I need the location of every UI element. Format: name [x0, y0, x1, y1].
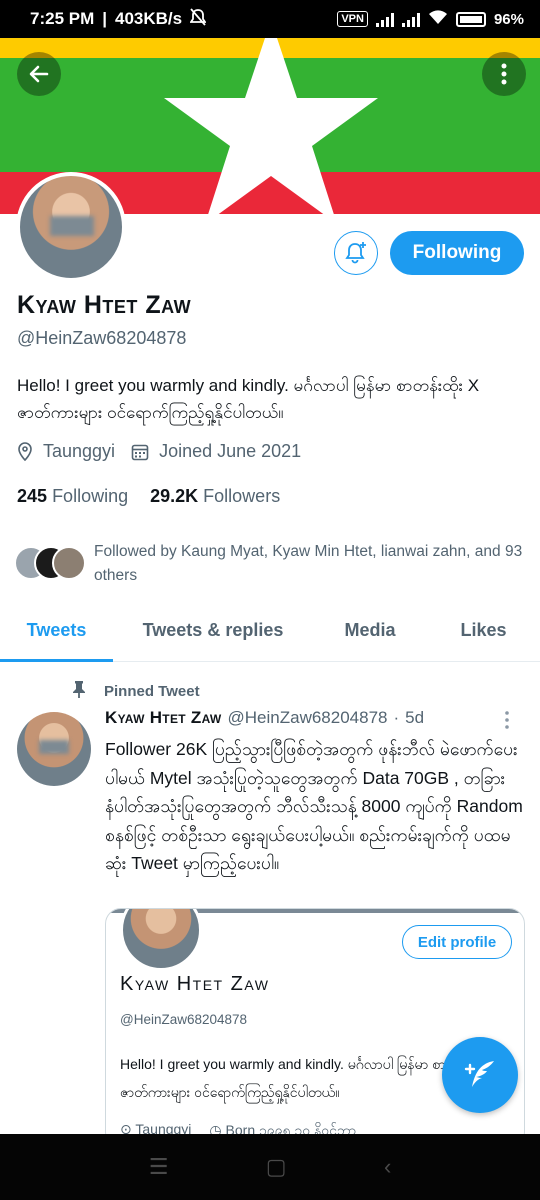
tab-likes[interactable]: Likes: [427, 600, 540, 661]
location-pin-icon: [17, 441, 33, 462]
avatar: [52, 546, 86, 580]
profile-name: Kyaw Htet Zaw: [17, 291, 192, 319]
following-button[interactable]: Following: [390, 231, 524, 275]
followed-by[interactable]: Followed by Kaung Myat, Kyaw Min Htet, l…: [14, 540, 534, 588]
system-navigation-bar: ☰ ▢ ‹: [0, 1134, 540, 1200]
pinned-indicator: Pinned Tweet: [72, 680, 200, 702]
flag-star-icon: [164, 38, 378, 214]
bell-plus-icon: [345, 242, 366, 264]
signal-icon-2: [401, 12, 420, 27]
tweet-time[interactable]: 5d: [405, 708, 424, 728]
compose-tweet-button[interactable]: [442, 1037, 518, 1113]
tweet-author-avatar[interactable]: [17, 712, 91, 786]
following-link[interactable]: 245 Following: [17, 486, 128, 507]
profile-tabs: Tweets Tweets & replies Media Likes: [0, 600, 540, 662]
battery-percent: 96%: [493, 10, 524, 28]
status-bar: 7:25 PM | 403KB/s VPN 96%: [0, 0, 540, 38]
status-speed: 403KB/s: [115, 9, 183, 28]
status-time: 7:25 PM: [30, 9, 95, 28]
signal-icon: [375, 12, 394, 27]
tab-tweets-replies[interactable]: Tweets & replies: [113, 600, 313, 661]
tab-media[interactable]: Media: [313, 600, 427, 661]
tweet-header: Kyaw Htet Zaw @HeinZaw68204878 · 5d: [105, 708, 425, 728]
back-button[interactable]: [17, 52, 61, 96]
vpn-indicator: VPN: [337, 11, 368, 27]
menu-icon[interactable]: ☰: [149, 1154, 169, 1180]
profile-avatar[interactable]: [16, 172, 126, 282]
followed-by-avatars: [14, 546, 86, 582]
followers-link[interactable]: 29.2K Followers: [150, 486, 280, 507]
profile-handle: @HeinZaw68204878: [17, 328, 187, 348]
tab-tweets[interactable]: Tweets: [0, 600, 113, 662]
profile-joined: Joined June 2021: [159, 441, 302, 461]
home-icon[interactable]: ▢: [266, 1154, 287, 1180]
profile-meta: Taunggyi Joined June 2021: [17, 441, 301, 462]
calendar-icon: [131, 443, 149, 461]
more-vertical-icon: [505, 711, 509, 729]
card-handle: @HeinZaw68204878: [120, 1012, 248, 1027]
tweet-media-card[interactable]: Edit profile Kyaw Htet Zaw @HeinZaw68204…: [105, 908, 525, 1148]
back-icon[interactable]: ‹: [384, 1154, 391, 1180]
tweet-author-handle[interactable]: @HeinZaw68204878: [228, 708, 388, 728]
tweet-more-button[interactable]: [504, 710, 520, 730]
profile-location: Taunggyi: [43, 441, 116, 461]
pinned-label: Pinned Tweet: [104, 682, 200, 700]
followed-by-text: Followed by Kaung Myat, Kyaw Min Htet, l…: [94, 543, 523, 584]
compose-feather-icon: [464, 1061, 494, 1087]
card-avatar: [120, 909, 202, 971]
mute-icon: [189, 7, 207, 31]
follow-counts: 245 Following 29.2K Followers: [17, 486, 280, 507]
card-name: Kyaw Htet Zaw: [120, 973, 270, 995]
tweet-author-name[interactable]: Kyaw Htet Zaw: [105, 708, 222, 728]
more-vertical-icon: [501, 63, 507, 85]
more-options-button[interactable]: [482, 52, 526, 96]
battery-icon: [455, 11, 486, 27]
card-edit-profile-button: Edit profile: [402, 925, 512, 959]
notifications-button[interactable]: [334, 231, 378, 275]
arrow-left-icon: [29, 65, 49, 83]
tweet-text: Follower 26K ပြည့်သွားပြီဖြစ်တဲ့အတွက် ဖု…: [105, 739, 523, 873]
pin-icon: [72, 680, 86, 702]
wifi-icon: [428, 9, 448, 30]
profile-bio: Hello! I greet you warmly and kindly. မင…: [17, 376, 480, 422]
